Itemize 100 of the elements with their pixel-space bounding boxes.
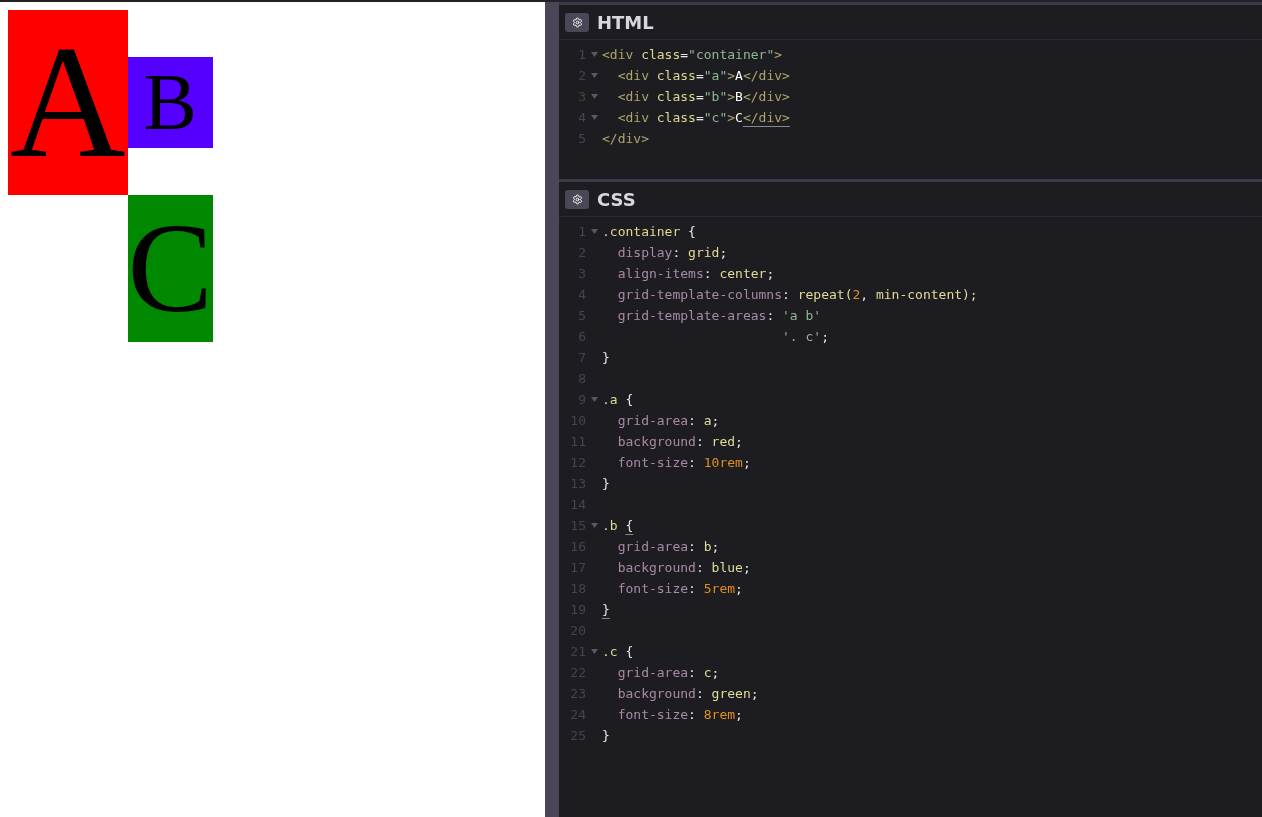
code-token: > [727, 88, 736, 106]
code-token: : [688, 664, 697, 682]
code-token: b [703, 538, 712, 556]
code-token: .b [602, 517, 619, 535]
settings-button[interactable] [565, 12, 589, 32]
code-token: </div> [742, 67, 790, 85]
code-token: : [703, 265, 713, 283]
code-token: = [695, 67, 704, 85]
code-token: </div> [602, 130, 649, 148]
code-token: } [602, 727, 610, 745]
code-token: "b" [703, 88, 728, 106]
code-token: { [687, 223, 696, 241]
code-token: > [727, 67, 736, 85]
fold-triangle-icon[interactable] [590, 73, 598, 78]
code-token: grid-template-areas [616, 307, 767, 325]
code-token: : [672, 244, 682, 262]
code-token: "c" [703, 109, 728, 127]
code-token: ; [719, 244, 728, 262]
code-token: grid [688, 244, 720, 262]
code-token: { [624, 643, 634, 661]
code-token: 2 [852, 286, 861, 304]
code-token: ; [735, 706, 743, 724]
code-token: : [688, 706, 697, 724]
code-token: min-content); [875, 286, 978, 304]
code-token: ; [735, 580, 743, 598]
code-token: '. c' [781, 328, 822, 346]
code-token: : [688, 454, 697, 472]
code-token: > [727, 109, 736, 127]
code-token: .container [602, 223, 681, 241]
code-token: ; [742, 559, 751, 577]
code-token: .c [602, 643, 618, 661]
code-token: blue [711, 559, 743, 577]
code-token: { [625, 517, 634, 535]
letter-block: A [8, 10, 128, 195]
code-token: grid-area [616, 664, 689, 682]
code-token: .a [602, 391, 618, 409]
letter-block: C [127, 195, 213, 342]
code-token: 10rem [703, 454, 743, 472]
letter-block: B [127, 57, 213, 148]
fold-triangle-icon[interactable] [590, 523, 598, 528]
code-token: grid-template-columns [616, 286, 782, 304]
code-token: class [640, 46, 681, 64]
code-token: A [735, 67, 743, 85]
code-token: : [695, 685, 705, 703]
code-token: } [602, 475, 610, 493]
code-token: center [719, 265, 767, 283]
code-token: grid-area [616, 412, 689, 430]
code-token: align-items [616, 265, 704, 283]
code-token: background [616, 559, 696, 577]
settings-icon [571, 193, 583, 205]
panel-title: HTML [597, 10, 654, 35]
code-token: ; [711, 664, 720, 682]
code-token: 'a b' [782, 307, 822, 325]
code-token: : [695, 559, 705, 577]
code-token: ; [750, 685, 759, 703]
fold-triangle-icon[interactable] [590, 649, 598, 654]
code-token: > [774, 46, 783, 64]
code-token: : [766, 307, 776, 325]
code-token: ; [735, 433, 743, 451]
code-token: ; [766, 265, 775, 283]
code-token: font-size [616, 580, 689, 598]
fold-triangle-icon[interactable] [590, 229, 598, 234]
code-token: a [703, 412, 712, 430]
code-token: , [860, 286, 870, 304]
code-token: </div> [742, 88, 790, 106]
code-token: background [616, 685, 696, 703]
code-token: repeat( [797, 286, 853, 304]
settings-button[interactable] [565, 189, 589, 209]
fold-triangle-icon[interactable] [590, 397, 598, 402]
code-token: = [695, 109, 704, 127]
code-token: <div [602, 46, 634, 64]
code-token: red [711, 433, 736, 451]
code-token: { [624, 391, 634, 409]
code-token: ; [711, 412, 720, 430]
code-token: : [695, 433, 705, 451]
fold-triangle-icon[interactable] [590, 94, 598, 99]
code-token: } [602, 349, 610, 367]
code-token: : [782, 286, 791, 304]
code-token: 5rem [703, 580, 736, 598]
code-token: class [655, 109, 696, 127]
code-token: = [680, 46, 689, 64]
code-token: } [602, 601, 610, 619]
fold-triangle-icon[interactable] [590, 115, 598, 120]
code-token: <div [616, 109, 649, 127]
code-token: background [616, 433, 696, 451]
code-token: C [735, 109, 743, 127]
code-token: "container" [688, 46, 775, 64]
code-token: font-size [616, 706, 689, 724]
code-token: <div [616, 88, 649, 106]
code-token: <div [616, 67, 649, 85]
fold-triangle-icon[interactable] [590, 52, 598, 57]
code-token: ; [742, 454, 751, 472]
code-token: ; [711, 538, 720, 556]
code-token: class [655, 67, 696, 85]
code-token: B [735, 88, 743, 106]
code-token: 8rem [703, 706, 736, 724]
code-token: grid-area [616, 538, 689, 556]
code-token: font-size [616, 454, 689, 472]
code-token: : [688, 412, 697, 430]
code-token: class [655, 88, 696, 106]
